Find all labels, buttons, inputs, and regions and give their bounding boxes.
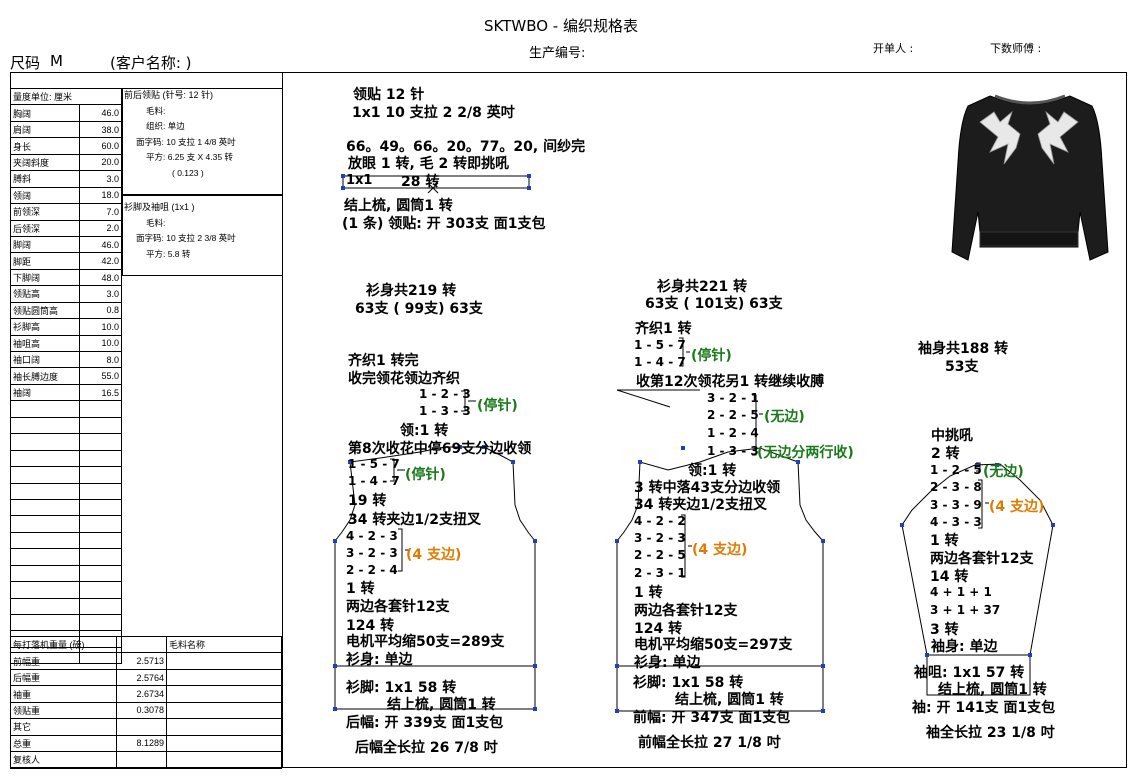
back-neck-1: 齐织1 转完: [348, 353, 419, 369]
collar-spec: 1x1 10 支拉 2 2/8 英吋: [352, 105, 515, 121]
collar-finish: 结上梳, 圆筒1 转: [344, 198, 453, 214]
sweater-illustration: [951, 94, 1109, 261]
collar-rib-rows: 28 转: [401, 174, 440, 190]
collar-open: (1 条) 领贴: 开 303支 面1支包: [342, 216, 546, 232]
collar-rib: 1x1: [346, 173, 373, 188]
back-body-total: 衫身共219 转: [366, 283, 457, 299]
back-stop-a: (停针): [477, 398, 518, 414]
back-neck-2: 收完领花领边齐织: [348, 371, 460, 387]
back-needles: 63支 ( 99支) 63支: [355, 301, 483, 317]
collar-title: 领贴 12 针: [353, 87, 425, 103]
collar-instruction: 放眼 1 转, 毛 2 转即挑吼: [348, 156, 510, 172]
